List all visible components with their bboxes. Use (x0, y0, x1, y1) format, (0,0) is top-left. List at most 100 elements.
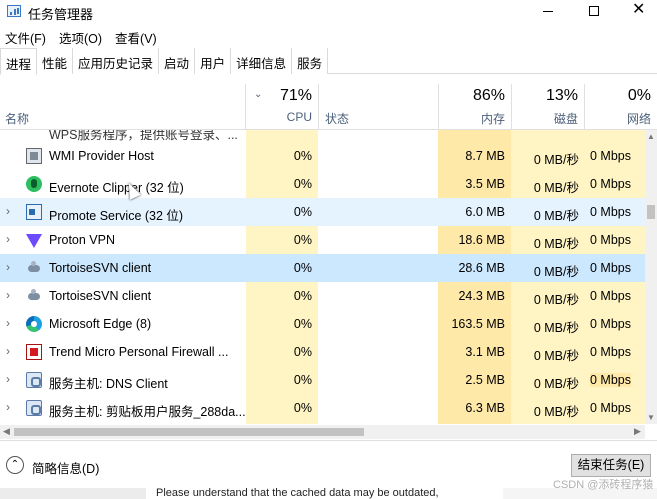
process-network: 0 Mbps (590, 345, 631, 359)
scroll-right-icon[interactable]: ▶ (634, 426, 641, 437)
end-task-button[interactable]: 结束任务(E) (571, 454, 651, 477)
wmi-icon (26, 148, 42, 164)
scroll-up-icon[interactable]: ▲ (647, 132, 655, 141)
service-window-icon (26, 204, 42, 220)
header-divider (511, 84, 512, 130)
process-network: 0 Mbps (590, 177, 631, 191)
horizontal-scrollbar[interactable]: ◀ ▶ (0, 425, 645, 439)
process-memory: 2.5 MB (465, 373, 505, 387)
service-host-gear-icon (26, 372, 42, 388)
menu-file[interactable]: 文件(F) (0, 26, 51, 46)
process-name: Evernote Clipper (32 位) (49, 181, 184, 195)
process-cpu: 0% (293, 261, 312, 275)
process-name: Trend Micro Personal Firewall ... (49, 345, 229, 359)
expand-chevron-icon[interactable]: › (6, 316, 10, 330)
header-divider (584, 84, 585, 130)
process-disk: 0 MB/秒 (533, 321, 579, 335)
process-name: 服务主机: DNS Client (49, 377, 168, 391)
process-name: Proton VPN (49, 233, 116, 247)
window-title: 任务管理器 (28, 7, 94, 22)
minimize-button[interactable] (526, 0, 572, 24)
process-row-tortoisesvn-client[interactable]: › TortoiseSVN client 0% 28.6 MB 0 MB/秒 0… (0, 254, 645, 282)
vertical-scroll-thumb[interactable] (647, 205, 655, 219)
service-host-gear-icon (26, 400, 42, 416)
process-memory: 18.6 MB (458, 233, 505, 247)
process-cpu: 0% (293, 401, 312, 415)
process-name: TortoiseSVN client (49, 261, 152, 275)
header-divider (318, 84, 319, 130)
expand-chevron-icon[interactable]: › (6, 232, 10, 246)
process-row-tortoisesvn-client[interactable]: › TortoiseSVN client 0% 24.3 MB 0 MB/秒 0… (0, 282, 645, 310)
process-memory: 24.3 MB (458, 289, 505, 303)
process-disk: 0 MB/秒 (533, 405, 579, 419)
trend-micro-icon (26, 344, 42, 360)
process-row-microsoft-edge[interactable]: › Microsoft Edge (8) 0% 163.5 MB 0 MB/秒 … (0, 310, 645, 338)
process-row-service-host-dns-client[interactable]: › 服务主机: DNS Client 0% 2.5 MB 0 MB/秒 0 Mb… (0, 366, 645, 394)
process-disk: 0 MB/秒 (533, 237, 579, 251)
process-row-trend-micro-firewall[interactable]: › Trend Micro Personal Firewall ... 0% 3… (0, 338, 645, 366)
network-column-label: 网络 (626, 112, 651, 126)
tab-users[interactable]: 用户 (195, 48, 232, 74)
watermark-text: CSDN @添砖程序猿 (553, 479, 654, 491)
process-network: 0 Mbps (590, 205, 631, 219)
collapse-chevron-icon[interactable]: ⌃ (6, 456, 24, 474)
menu-options[interactable]: 选项(O) (54, 26, 107, 46)
process-row-evernote-clipper[interactable]: Evernote Clipper (32 位) 0% 3.5 MB 0 MB/秒… (0, 170, 645, 198)
expand-chevron-icon[interactable]: › (6, 260, 10, 274)
title-bar: 任务管理器 ✕ (0, 0, 657, 24)
process-cpu: 0% (293, 233, 312, 247)
process-disk: 0 MB/秒 (533, 349, 579, 363)
tab-app-history[interactable]: 应用历史记录 (73, 48, 160, 74)
process-name: WMI Provider Host (49, 149, 154, 163)
network-total-percent: 0% (627, 87, 651, 104)
tab-details[interactable]: 详细信息 (231, 48, 293, 74)
process-disk: 0 MB/秒 (533, 181, 579, 195)
process-list: WPS服务程序，提供账号登录、... WMI Provider Host 0% … (0, 130, 645, 424)
vertical-scrollbar[interactable]: ▲ ▼ (645, 130, 657, 424)
column-name[interactable]: 名称 (5, 110, 29, 127)
cpu-column-label: CPU (286, 110, 312, 124)
process-memory: 163.5 MB (451, 317, 505, 331)
tab-processes[interactable]: 进程 (0, 48, 38, 75)
expand-chevron-icon[interactable]: › (6, 204, 10, 218)
column-memory[interactable]: 86% 内存 (438, 84, 511, 130)
menu-view[interactable]: 查看(V) (110, 26, 162, 46)
expand-chevron-icon[interactable]: › (6, 372, 10, 386)
column-header: 名称 ⌄ 状态 71% CPU 86% 内存 13% 磁盘 0% 网络 (0, 84, 657, 130)
column-network[interactable]: 0% 网络 (584, 84, 657, 130)
header-divider (438, 84, 439, 130)
expand-chevron-icon[interactable]: › (6, 400, 10, 414)
tab-services[interactable]: 服务 (292, 48, 329, 74)
scroll-left-icon[interactable]: ◀ (3, 426, 10, 437)
horizontal-scroll-thumb[interactable] (14, 428, 364, 436)
task-manager-icon (7, 5, 21, 17)
process-disk: 0 MB/秒 (533, 265, 579, 279)
evernote-icon (26, 176, 42, 192)
close-button[interactable]: ✕ (618, 0, 657, 24)
process-memory: 8.7 MB (465, 149, 505, 163)
process-memory: 3.1 MB (465, 345, 505, 359)
tab-performance[interactable]: 性能 (37, 48, 74, 74)
tab-startup[interactable]: 启动 (159, 48, 196, 74)
expand-chevron-icon[interactable]: › (6, 344, 10, 358)
column-disk[interactable]: 13% 磁盘 (511, 84, 584, 130)
process-disk: 0 MB/秒 (533, 377, 579, 391)
process-cpu: 0% (293, 317, 312, 331)
process-row-wmi-provider-host[interactable]: WMI Provider Host 0% 8.7 MB 0 MB/秒 0 Mbp… (0, 142, 645, 170)
column-status[interactable]: 状态 (325, 110, 349, 127)
background-panel (0, 488, 146, 499)
expand-chevron-icon[interactable]: › (6, 288, 10, 302)
process-disk: 0 MB/秒 (533, 153, 579, 167)
process-row-promote-service[interactable]: › Promote Service (32 位) 0% 6.0 MB 0 MB/… (0, 198, 645, 226)
process-cpu: 0% (293, 373, 312, 387)
column-cpu[interactable]: 71% CPU (246, 84, 318, 130)
fewer-details-link[interactable]: 简略信息(D) (32, 458, 99, 477)
process-cpu: 0% (293, 149, 312, 163)
process-row-service-host-clipboard[interactable]: › 服务主机: 剪贴板用户服务_288da... 0% 6.3 MB 0 MB/… (0, 394, 645, 422)
scroll-down-icon[interactable]: ▼ (647, 413, 655, 422)
maximize-button[interactable] (572, 0, 618, 24)
process-disk: 0 MB/秒 (533, 209, 579, 223)
process-network: 0 Mbps (590, 149, 631, 163)
minimize-icon (543, 11, 553, 12)
process-row-proton-vpn[interactable]: › Proton VPN 0% 18.6 MB 0 MB/秒 0 Mbps (0, 226, 645, 254)
